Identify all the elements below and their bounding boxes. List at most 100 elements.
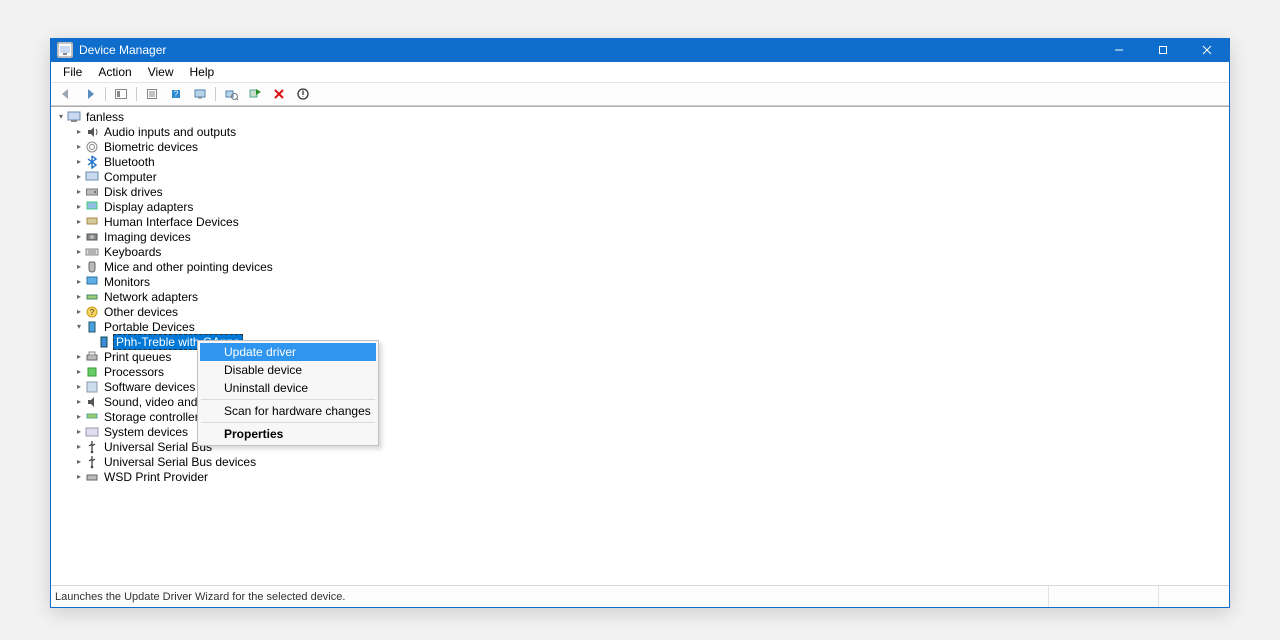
tree-label: Bluetooth [103,155,156,169]
tree-label: Display adapters [103,200,194,214]
separator [215,87,216,101]
tree-category-portable[interactable]: ▾ Portable Devices [55,319,1225,334]
device-icon [97,335,111,349]
keyboard-icon [85,245,99,259]
close-button[interactable] [1185,38,1229,62]
tree-category[interactable]: ▸Audio inputs and outputs [55,124,1225,139]
context-properties[interactable]: Properties [200,425,376,443]
expander-icon[interactable]: ▸ [73,472,85,481]
disk-icon [85,185,99,199]
print-icon [85,350,99,364]
window-title: Device Manager [79,43,1097,57]
tree-category[interactable]: ▸Imaging devices [55,229,1225,244]
expander-icon[interactable]: ▸ [73,367,85,376]
context-uninstall-device[interactable]: Uninstall device [200,379,376,397]
tree-category[interactable]: ▸?Other devices [55,304,1225,319]
scan-hardware-button[interactable] [189,84,211,104]
storage-icon [85,410,99,424]
tree-category[interactable]: ▸ Disk drives [55,184,1225,199]
expander-icon[interactable]: ▸ [73,262,85,271]
titlebar[interactable]: Device Manager [51,38,1229,62]
tree-label: Mice and other pointing devices [103,260,274,274]
network-icon [85,290,99,304]
tree-label: Processors [103,365,165,379]
tree-category[interactable]: ▸ Mice and other pointing devices [55,259,1225,274]
separator [105,87,106,101]
expander-icon[interactable]: ▸ [73,277,85,286]
monitor-icon [85,275,99,289]
back-button[interactable] [55,84,77,104]
expander-icon[interactable]: ▸ [73,442,85,451]
tree-label: Keyboards [103,245,162,259]
tree-category[interactable]: ▸ Bluetooth [55,154,1225,169]
svg-text:?: ? [174,90,179,99]
disable-device-button[interactable] [268,84,290,104]
expander-icon[interactable]: ▸ [73,382,85,391]
expander-icon[interactable]: ▸ [73,307,85,316]
tree-category[interactable]: ▸WSD Print Provider [55,469,1225,484]
separator [201,399,375,400]
software-icon [85,380,99,394]
tree-category[interactable]: ▸Computer [55,169,1225,184]
tree-category[interactable]: ▸Network adapters [55,289,1225,304]
context-disable-device[interactable]: Disable device [200,361,376,379]
device-tree[interactable]: ▾ fanless ▸Audio inputs and outputs ▸Bio… [51,107,1229,486]
expander-icon[interactable]: ▸ [73,127,85,136]
expander-icon[interactable]: ▸ [73,172,85,181]
expander-icon[interactable]: ▸ [73,427,85,436]
menu-action[interactable]: Action [90,64,139,80]
tree-label: Portable Devices [103,320,196,334]
imaging-icon [85,230,99,244]
separator [201,422,375,423]
show-hide-tree-button[interactable] [110,84,132,104]
wsd-print-icon [85,470,99,484]
status-text: Launches the Update Driver Wizard for th… [55,591,345,603]
expander-icon[interactable]: ▸ [73,397,85,406]
system-icon [85,425,99,439]
tree-root[interactable]: ▾ fanless [55,109,1225,124]
menu-file[interactable]: File [55,64,90,80]
forward-button[interactable] [79,84,101,104]
toolbar: ? [51,82,1229,106]
help-button[interactable]: ? [165,84,187,104]
tree-label: Universal Serial Bus devices [103,455,257,469]
biometric-icon [85,140,99,154]
minimize-button[interactable] [1097,38,1141,62]
expander-icon[interactable]: ▸ [73,157,85,166]
expander-icon[interactable]: ▸ [73,352,85,361]
update-driver-button[interactable] [220,84,242,104]
expander-icon[interactable]: ▸ [73,202,85,211]
expander-icon[interactable]: ▸ [73,232,85,241]
expander-icon[interactable]: ▸ [73,247,85,256]
tree-label: System devices [103,425,189,439]
expander-icon[interactable]: ▸ [73,457,85,466]
expander-icon[interactable]: ▸ [73,412,85,421]
tree-label: Disk drives [103,185,164,199]
tree-category[interactable]: ▸ Display adapters [55,199,1225,214]
expander-icon[interactable]: ▸ [73,142,85,151]
expander-icon[interactable]: ▸ [73,187,85,196]
properties-button[interactable] [141,84,163,104]
cm-label: Update driver [224,345,296,359]
tree-category[interactable]: ▸Human Interface Devices [55,214,1225,229]
enable-device-button[interactable] [244,84,266,104]
tree-category[interactable]: ▸Biometric devices [55,139,1225,154]
maximize-button[interactable] [1141,38,1185,62]
context-update-driver[interactable]: Update driver [200,343,376,361]
tree-label: Software devices [103,380,196,394]
expander-icon[interactable]: ▾ [73,322,85,331]
cm-label: Scan for hardware changes [224,404,371,418]
expander-icon[interactable]: ▾ [55,112,67,121]
tree-pane: ▾ fanless ▸Audio inputs and outputs ▸Bio… [51,106,1229,585]
uninstall-device-button[interactable] [292,84,314,104]
status-bar: Launches the Update Driver Wizard for th… [51,585,1229,607]
tree-category[interactable]: ▸ Universal Serial Bus devices [55,454,1225,469]
expander-icon[interactable]: ▸ [73,292,85,301]
tree-category[interactable]: ▸Monitors [55,274,1225,289]
tree-category[interactable]: ▸ Keyboards [55,244,1225,259]
separator [136,87,137,101]
context-scan-hardware[interactable]: Scan for hardware changes [200,402,376,420]
expander-icon[interactable]: ▸ [73,217,85,226]
menu-view[interactable]: View [140,64,182,80]
menu-help[interactable]: Help [182,64,223,80]
